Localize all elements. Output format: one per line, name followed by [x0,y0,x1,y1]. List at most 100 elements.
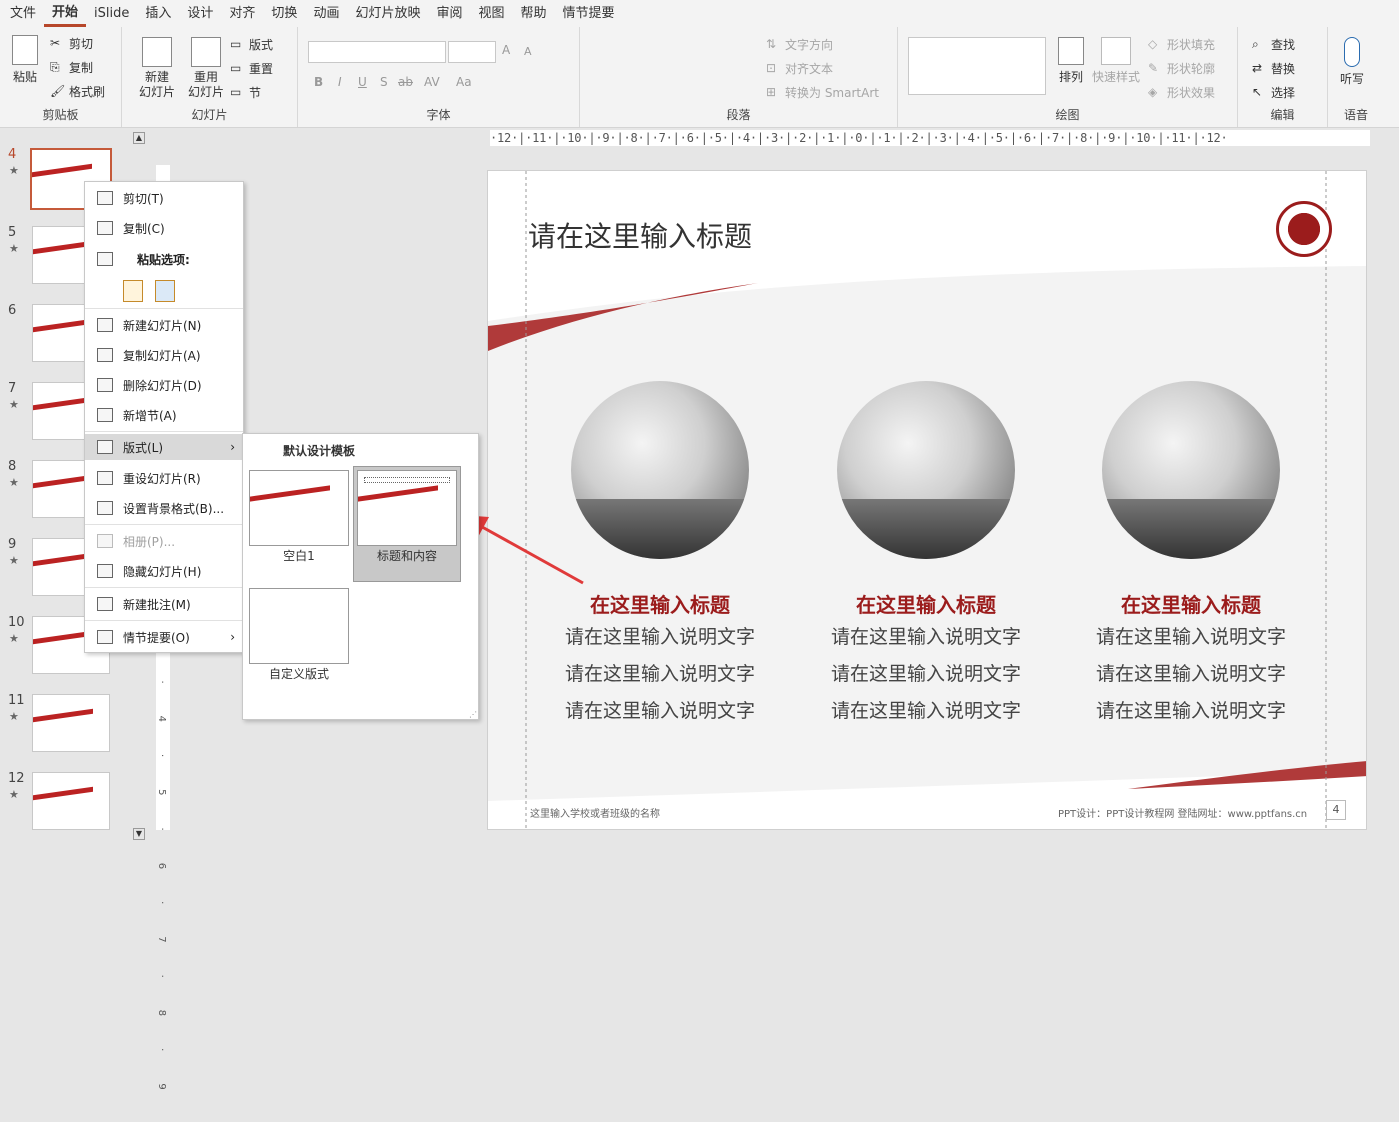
shadow-button[interactable]: S [380,75,388,89]
bold-button[interactable]: B [314,75,323,89]
shape-outline-button[interactable]: ✎ 形状轮廓 [1148,60,1215,77]
font-size-select[interactable] [448,41,496,63]
smartart-button[interactable]: ⊞ 转换为 SmartArt [766,84,879,101]
column-text[interactable]: 请在这里输入说明文字 [535,694,785,729]
resize-grip-icon[interactable]: ⋰ [469,710,477,719]
column-title[interactable]: 在这里输入标题 [801,589,1051,618]
layout-option-title-content[interactable] [357,470,457,546]
quick-styles-icon [1101,37,1131,65]
reset-button[interactable]: ▭ 重置 [230,60,273,77]
reset-icon [97,471,113,485]
menu-tab[interactable]: 切换 [263,0,305,27]
reuse-slide-button[interactable]: 重用 幻灯片 [184,37,228,100]
menu-tab[interactable]: 视图 [470,0,512,27]
paste-button[interactable]: 粘贴 [8,35,42,85]
layout-submenu: 默认设计模板 空白1 标题和内容 自定义版式 ⋰ [242,433,479,720]
copy-button[interactable]: ⎘ 复制 [50,59,93,76]
menu-tab[interactable]: 情节提要 [555,0,623,27]
content-column-3: 在这里输入标题 请在这里输入说明文字 请在这里输入说明文字 请在这里输入说明文字 [1066,381,1316,729]
column-title[interactable]: 在这里输入标题 [1066,589,1316,618]
column-text[interactable]: 请在这里输入说明文字 [535,620,785,655]
section-button[interactable]: ▭ 节 [230,84,261,101]
menu-tab[interactable]: 开始 [44,0,87,27]
column-text[interactable]: 请在这里输入说明文字 [801,620,1051,655]
menu-delete-slide[interactable]: 删除幻灯片(D) [85,372,243,398]
arrange-button[interactable]: 排列 [1058,37,1084,85]
slide-thumbnail[interactable] [32,772,110,830]
menu-tab[interactable]: 幻灯片放映 [347,0,428,27]
layout-option-blank[interactable] [249,470,349,546]
thumbnail-number: 5 [8,225,17,240]
delete-slide-icon [97,378,113,392]
tulip-photo[interactable] [837,381,1015,559]
grow-font-button[interactable]: A [502,43,510,57]
footer-credits[interactable]: PPT设计：PPT设计教程网 登陆网址：www.pptfans.cn [1058,805,1307,820]
align-text-button[interactable]: ⊡ 对齐文本 [766,60,833,77]
underline-button[interactable]: U [358,75,367,89]
tulip-photo[interactable] [571,381,749,559]
menu-reset-slide[interactable]: 重设幻灯片(R) [85,465,243,491]
arrange-icon [1058,37,1084,65]
menu-add-section[interactable]: 新增节(A) [85,402,243,428]
menu-tab[interactable]: 插入 [137,0,179,27]
menu-new-comment[interactable]: 新建批注(M) [85,591,243,617]
column-text[interactable]: 请在这里输入说明文字 [535,657,785,692]
column-text[interactable]: 请在这里输入说明文字 [1066,694,1316,729]
column-text[interactable]: 请在这里输入说明文字 [801,657,1051,692]
menu-copy[interactable]: 复制(C) [85,215,243,241]
text-direction-button[interactable]: ⇅ 文字方向 [766,36,833,53]
column-text[interactable]: 请在这里输入说明文字 [1066,620,1316,655]
paragraph-group-label: 段落 [726,108,751,122]
menu-storyboard[interactable]: 情节提要(O) › [85,624,243,650]
paste-keep-format-icon[interactable] [123,280,143,302]
italic-button[interactable]: I [338,75,342,89]
font-group-label: 字体 [426,108,451,122]
menu-tab[interactable]: 帮助 [513,0,555,27]
menu-format-background[interactable]: 设置背景格式(B)... [85,495,243,521]
format-painter-button[interactable]: 🖌 格式刷 [50,83,105,100]
slide-canvas[interactable]: 请在这里输入标题 在这里输入标题 请在这里输入说明文字 请在这里输入说明文字 请… [487,170,1367,830]
dictate-button[interactable]: 听写 [1340,37,1364,87]
shapes-gallery[interactable] [908,37,1046,95]
smartart-icon: ⊞ [766,84,777,99]
shape-effects-button[interactable]: ◈ 形状效果 [1148,84,1215,101]
change-case-button[interactable]: Aa [456,75,472,89]
menu-tab[interactable]: 审阅 [428,0,470,27]
duplicate-slide-icon [97,348,113,362]
layout-button[interactable]: ▭ 版式 [230,36,273,53]
replace-button[interactable]: ⇄ 替换 [1252,60,1295,77]
column-text[interactable]: 请在这里输入说明文字 [801,694,1051,729]
quick-styles-button[interactable]: 快速样式 [1092,37,1140,85]
menu-tab[interactable]: 设计 [179,0,221,27]
slide-thumbnail[interactable] [32,694,110,752]
menu-hide-slide[interactable]: 隐藏幻灯片(H) [85,558,243,584]
find-button[interactable]: ⌕ 查找 [1252,36,1295,53]
char-spacing-button[interactable]: AV [424,75,440,89]
menu-photo-album[interactable]: 相册(P)... [85,528,243,554]
font-name-select[interactable] [308,41,446,63]
new-slide-button[interactable]: 新建 幻灯片 [132,37,182,100]
column-text[interactable]: 请在这里输入说明文字 [1066,657,1316,692]
menu-cut[interactable]: 剪切(T) [85,185,243,211]
cut-button[interactable]: ✂ 剪切 [50,35,93,52]
menu-duplicate-slide[interactable]: 复制幻灯片(A) [85,342,243,368]
tulip-photo[interactable] [1102,381,1280,559]
menu-tab[interactable]: 文件 [2,0,44,27]
select-button[interactable]: ↖ 选择 [1252,84,1295,101]
menu-new-slide[interactable]: 新建幻灯片(N) [85,312,243,338]
menu-layout[interactable]: 版式(L) › [85,434,243,460]
menu-tab[interactable]: 动画 [305,0,347,27]
scroll-up-arrow-icon[interactable]: ▲ [133,132,145,144]
menu-tab[interactable]: iSlide [86,0,137,27]
paste-picture-icon[interactable] [155,280,175,302]
strikethrough-button[interactable]: ab [398,75,413,89]
slide-title[interactable]: 请在这里输入标题 [528,215,752,255]
clipboard-icon [97,252,113,266]
shape-fill-button[interactable]: ◇ 形状填充 [1148,36,1215,53]
layout-option-custom[interactable] [249,588,349,664]
shrink-font-button[interactable]: A [524,45,532,58]
menu-tab[interactable]: 对齐 [221,0,263,27]
footer-school-name[interactable]: 这里输入学校或者班级的名称 [530,805,660,820]
university-logo [1276,201,1332,257]
scroll-down-arrow-icon[interactable]: ▼ [133,828,145,840]
